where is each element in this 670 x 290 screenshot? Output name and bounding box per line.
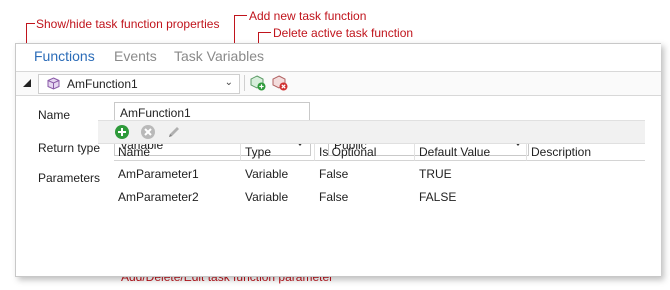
parameters-label: Parameters: [38, 171, 101, 185]
add-parameter-icon[interactable]: [114, 124, 130, 143]
function-selector[interactable]: AmFunction1 ⌄: [38, 74, 240, 94]
function-toolbar: AmFunction1 ⌄: [16, 71, 661, 96]
callout-line: [26, 23, 35, 24]
parameter-type-cell: Variable: [245, 190, 289, 204]
parameter-name-cell: AmParameter2: [118, 190, 199, 204]
add-function-icon[interactable]: [250, 75, 266, 94]
column-header-type[interactable]: Type: [240, 143, 314, 161]
callout-add-new: Add new task function: [249, 9, 367, 23]
tab-task-variables[interactable]: Task Variables: [174, 48, 264, 64]
delete-function-icon[interactable]: [272, 75, 288, 94]
collapse-triangle-icon[interactable]: [22, 77, 32, 87]
tab-functions[interactable]: Functions: [34, 48, 95, 64]
column-header-name[interactable]: Name: [114, 143, 240, 161]
callout-line: [258, 32, 271, 33]
delete-parameter-icon[interactable]: [140, 124, 156, 143]
parameter-default-cell: TRUE: [419, 167, 452, 181]
edit-parameter-icon[interactable]: [166, 124, 182, 143]
return-type-label: Return type: [38, 141, 101, 155]
callout-delete-active: Delete active task function: [273, 26, 414, 40]
parameter-toolbar: [98, 120, 645, 144]
chevron-down-icon: ⌄: [224, 77, 233, 88]
toolbar-separator: [244, 75, 245, 91]
function-selector-value: AmFunction1: [67, 77, 138, 91]
column-header-is-optional[interactable]: Is Optional: [314, 143, 414, 161]
column-header-default-value[interactable]: Default Value: [414, 143, 526, 161]
tab-bar: Functions Events Task Variables: [16, 44, 661, 70]
tab-events[interactable]: Events: [114, 48, 157, 64]
parameter-type-cell: Variable: [245, 167, 289, 181]
parameter-optional-cell: False: [319, 190, 349, 204]
column-header-description[interactable]: Description: [526, 143, 645, 161]
name-label: Name: [38, 108, 71, 122]
parameter-optional-cell: False: [319, 167, 349, 181]
callout-line: [234, 15, 247, 16]
parameter-name-cell: AmParameter1: [118, 167, 199, 181]
function-cube-icon: [47, 77, 60, 93]
callout-show-hide: Show/hide task function properties: [36, 17, 220, 31]
parameter-default-cell: FALSE: [419, 190, 457, 204]
